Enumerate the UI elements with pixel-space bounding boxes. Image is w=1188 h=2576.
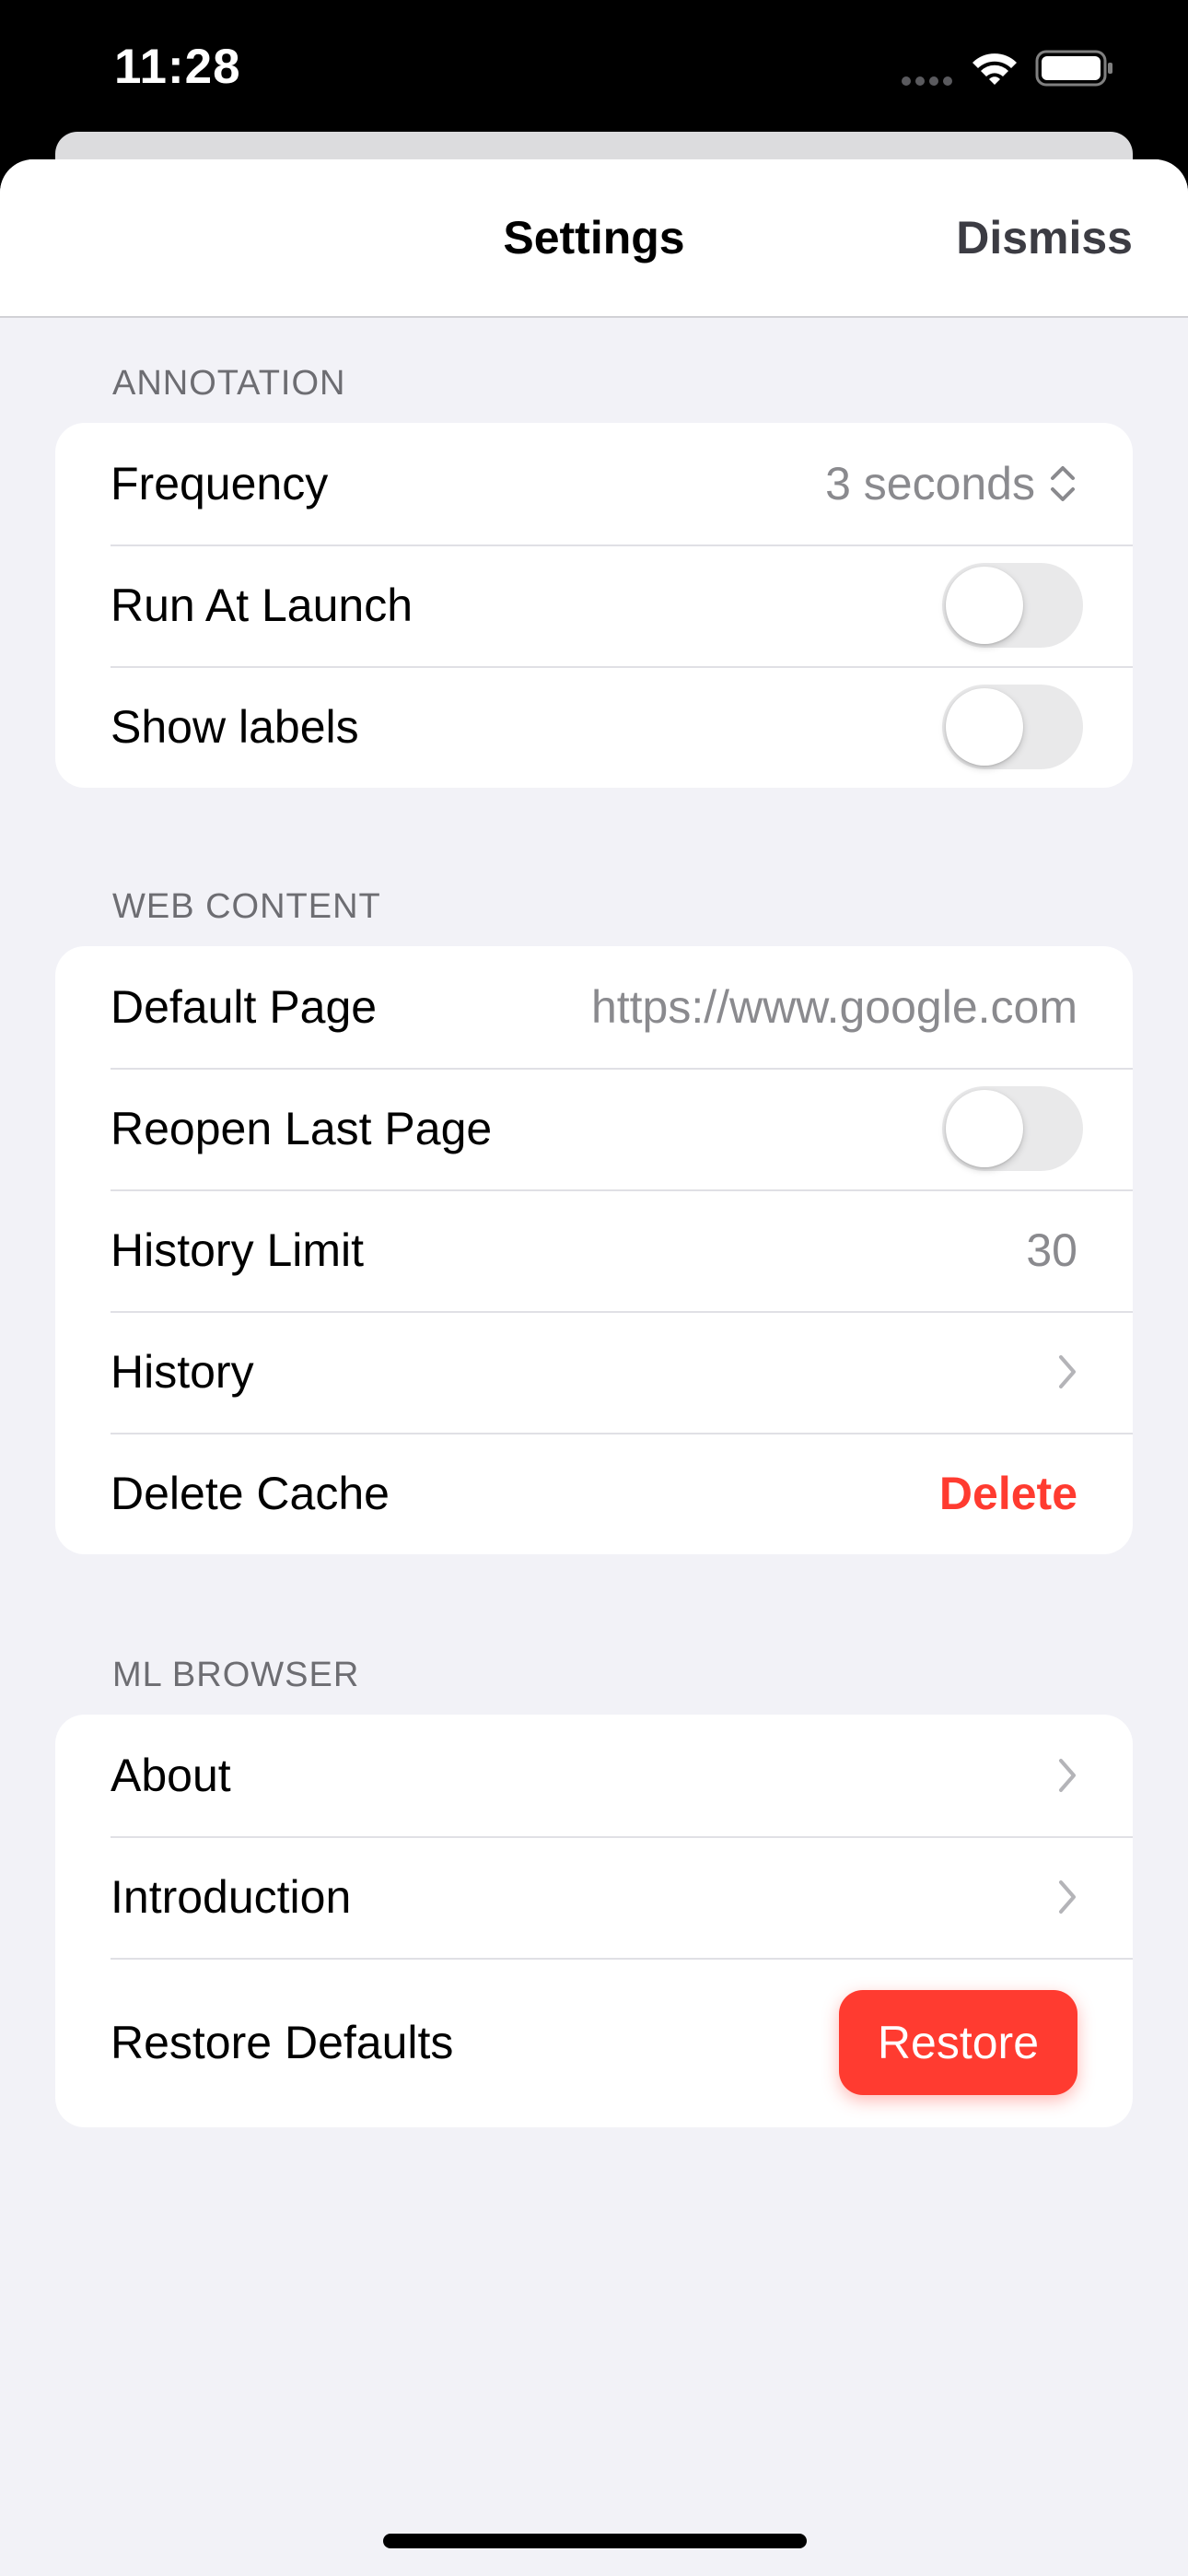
chevron-right-icon [1059,1759,1076,1792]
section-header-web-content: WEB CONTENT [112,887,381,926]
show-labels-row: Show labels [55,666,1133,788]
toggle-knob [946,688,1023,766]
section-header-ml-browser: ML BROWSER [112,1656,360,1694]
status-time: 11:28 [114,40,241,94]
show-labels-label: Show labels [111,701,359,753]
delete-cache-label: Delete Cache [111,1468,390,1519]
signal-icon [902,76,952,86]
history-row[interactable]: History [55,1311,1133,1433]
history-label: History [111,1346,254,1398]
default-page-label: Default Page [111,981,378,1033]
navigation-bar: Settings Dismiss [0,159,1188,318]
home-indicator [383,2534,807,2548]
dismiss-button[interactable]: Dismiss [956,211,1133,264]
introduction-label: Introduction [111,1871,352,1923]
frequency-value: 3 seconds [825,458,1035,509]
about-label: About [111,1750,231,1801]
section-header-annotation: ANNOTATION [112,364,346,403]
frequency-label: Frequency [111,458,329,509]
chevron-right-icon [1059,1355,1076,1388]
reopen-last-page-toggle[interactable] [942,1086,1083,1171]
introduction-row[interactable]: Introduction [55,1836,1133,1958]
restore-defaults-label: Restore Defaults [111,2017,454,2068]
run-at-launch-toggle[interactable] [942,563,1083,648]
reopen-last-page-label: Reopen Last Page [111,1103,493,1154]
toggle-knob [946,1090,1023,1167]
delete-cache-button[interactable]: Delete [939,1467,1077,1520]
battery-icon [1035,50,1112,87]
history-limit-input[interactable]: 30 [1026,1224,1077,1277]
toggle-knob [946,567,1023,644]
about-row[interactable]: About [55,1715,1133,1836]
restore-defaults-row: Restore Defaults Restore [55,1958,1133,2127]
frequency-picker[interactable]: 3 seconds [825,457,1077,510]
history-limit-label: History Limit [111,1224,365,1276]
default-page-input[interactable]: https://www.google.com [591,980,1077,1034]
default-page-row: Default Page https://www.google.com [55,946,1133,1068]
chevron-right-icon [1059,1880,1076,1914]
run-at-launch-row: Run At Launch [55,544,1133,666]
restore-button[interactable]: Restore [838,1990,1077,2095]
show-labels-toggle[interactable] [942,685,1083,769]
run-at-launch-label: Run At Launch [111,580,413,631]
delete-cache-row: Delete Cache Delete [55,1433,1133,1554]
annotation-group: Frequency 3 seconds Run At Launch Show l… [55,423,1133,788]
status-bar: 11:28 [0,0,1188,138]
web-content-group: Default Page https://www.google.com Reop… [55,946,1133,1554]
settings-sheet: Settings Dismiss ANNOTATION Frequency 3 … [0,159,1188,2576]
reopen-last-page-row: Reopen Last Page [55,1068,1133,1189]
history-limit-row: History Limit 30 [55,1189,1133,1311]
frequency-row[interactable]: Frequency 3 seconds [55,423,1133,544]
ml-browser-group: About Introduction Restore Defaults Rest… [55,1715,1133,2127]
updown-chevron-icon [1051,466,1075,501]
wifi-icon [973,53,1017,85]
